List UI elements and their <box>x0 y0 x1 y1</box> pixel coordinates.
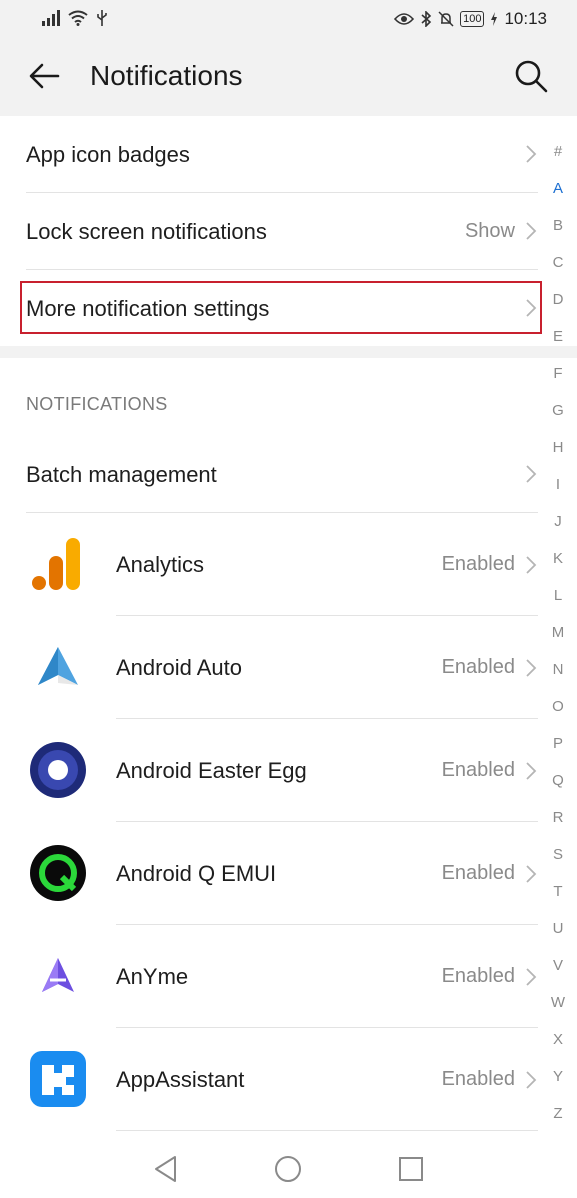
app-status: Enabled <box>441 1068 515 1090</box>
alphabet-letter[interactable]: E <box>553 325 563 362</box>
app-row-analytics[interactable]: Analytics Enabled <box>0 513 545 616</box>
alphabet-letter[interactable]: M <box>552 621 565 658</box>
usb-icon <box>97 10 107 26</box>
setting-label: App icon badges <box>26 142 190 167</box>
chevron-right-icon <box>526 968 537 986</box>
section-heading: NOTIFICATIONS <box>26 394 168 414</box>
alphabet-letter[interactable]: J <box>554 510 562 547</box>
alphabet-index[interactable]: # A B C D E F G H I J K L M N O P Q R S T U V W X Y Z <box>545 140 571 1139</box>
setting-value: Show <box>464 220 515 242</box>
clock: 10:13 <box>504 9 547 28</box>
back-arrow-icon[interactable] <box>26 58 62 94</box>
alphabet-letter[interactable]: W <box>551 991 565 1028</box>
battery-level: 100 <box>460 11 485 27</box>
app-status: Enabled <box>441 656 515 678</box>
app-name: AppAssistant <box>116 1067 245 1092</box>
alphabet-letter[interactable]: R <box>553 806 564 843</box>
alphabet-letter[interactable]: P <box>553 732 563 769</box>
chevron-right-icon <box>526 556 537 574</box>
alphabet-letter[interactable]: # <box>554 140 562 177</box>
alphabet-letter[interactable]: B <box>553 214 563 251</box>
app-status: Enabled <box>441 553 515 575</box>
setting-lock-screen-notifications[interactable]: Lock screen notifications Show <box>0 193 545 269</box>
mute-bell-icon <box>438 11 454 27</box>
alphabet-letter[interactable]: S <box>553 843 563 880</box>
alphabet-letter[interactable]: L <box>554 584 562 621</box>
search-icon[interactable] <box>513 58 549 94</box>
alphabet-letter[interactable]: I <box>556 473 560 510</box>
alphabet-letter[interactable]: N <box>553 658 564 695</box>
nav-back-icon[interactable] <box>151 1154 181 1184</box>
alphabet-letter[interactable]: T <box>553 880 562 917</box>
alphabet-letter[interactable]: A <box>553 177 563 214</box>
wifi-icon <box>68 10 88 26</box>
bluetooth-icon <box>421 11 432 27</box>
batch-management-label: Batch management <box>26 462 217 487</box>
highlight-box <box>20 281 542 334</box>
alphabet-letter[interactable]: U <box>553 917 564 954</box>
app-name: Android Q EMUI <box>116 861 277 886</box>
android-q-emui-icon <box>30 845 86 901</box>
android-easter-egg-icon <box>30 742 86 798</box>
status-right-icons: 100 10:13 <box>394 9 547 29</box>
app-row-anyme[interactable]: AnYme Enabled <box>0 925 545 1028</box>
app-row-android-q-emui[interactable]: Android Q EMUI Enabled <box>0 822 545 925</box>
chevron-right-icon <box>526 762 537 780</box>
eye-icon <box>394 13 415 25</box>
alphabet-letter[interactable]: H <box>553 436 564 473</box>
app-name: AnYme <box>116 964 189 989</box>
app-row-android-easter-egg[interactable]: Android Easter Egg Enabled <box>0 719 545 822</box>
alphabet-letter[interactable]: Y <box>553 1065 563 1102</box>
app-row-android-auto[interactable]: Android Auto Enabled <box>0 616 545 719</box>
section-gap <box>0 346 577 358</box>
signal-icon <box>42 10 60 26</box>
app-name: Analytics <box>116 552 205 577</box>
app-status: Enabled <box>441 965 515 987</box>
batch-management-row[interactable]: Batch management <box>0 436 545 512</box>
app-name: Android Easter Egg <box>116 758 307 783</box>
chevron-right-icon <box>526 145 537 163</box>
alphabet-letter[interactable]: K <box>553 547 563 584</box>
chevron-right-icon <box>526 659 537 677</box>
app-row-appassistant[interactable]: AppAssistant Enabled <box>0 1028 545 1131</box>
appassistant-icon <box>30 1051 86 1107</box>
alphabet-letter[interactable]: C <box>553 251 564 288</box>
setting-app-icon-badges[interactable]: App icon badges <box>0 116 545 192</box>
alphabet-letter[interactable]: X <box>553 1028 563 1065</box>
charging-icon <box>491 12 498 26</box>
nav-home-icon[interactable] <box>273 1154 303 1184</box>
alphabet-letter[interactable]: F <box>553 362 562 399</box>
chevron-right-icon <box>526 222 537 240</box>
nav-recents-icon[interactable] <box>396 1154 426 1184</box>
anyme-icon <box>42 958 74 992</box>
page-title: Notifications <box>90 60 243 91</box>
app-status: Enabled <box>441 862 515 884</box>
app-name: Android Auto <box>116 655 242 680</box>
chevron-right-icon <box>526 865 537 883</box>
app-status: Enabled <box>441 759 515 781</box>
navigation-bar <box>0 1140 577 1198</box>
chevron-right-icon <box>526 465 537 483</box>
alphabet-letter[interactable]: Z <box>553 1102 562 1139</box>
status-bar: 100 10:13 <box>0 0 577 40</box>
setting-label: Lock screen notifications <box>26 219 267 244</box>
chevron-right-icon <box>526 1071 537 1089</box>
status-left-icons <box>42 10 108 26</box>
app-bar: Notifications <box>0 40 577 116</box>
android-auto-icon <box>38 647 78 685</box>
alphabet-letter[interactable]: D <box>553 288 564 325</box>
alphabet-letter[interactable]: V <box>553 954 563 991</box>
alphabet-letter[interactable]: G <box>552 399 564 436</box>
alphabet-letter[interactable]: O <box>552 695 564 732</box>
divider <box>116 1130 538 1131</box>
alphabet-letter[interactable]: Q <box>552 769 564 806</box>
analytics-icon <box>32 538 80 590</box>
